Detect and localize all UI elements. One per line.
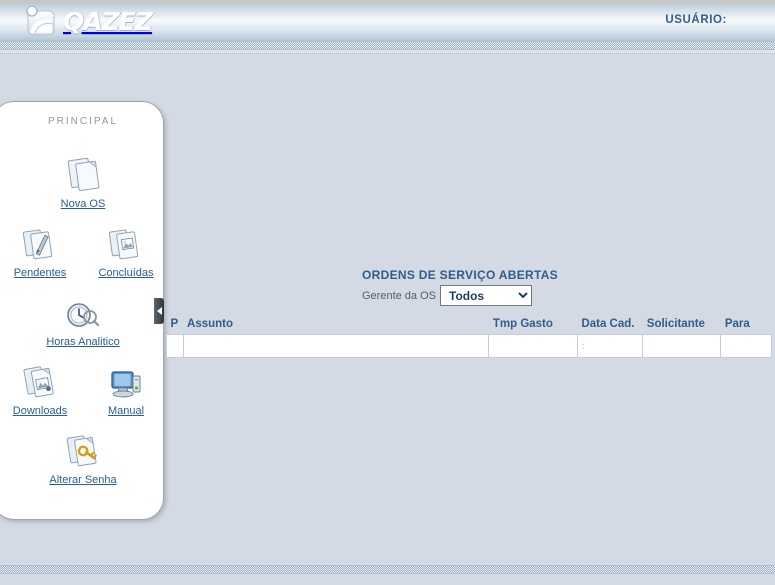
- sidebar-item-label: Nova OS: [60, 198, 106, 210]
- main-content: ORDENS DE SERVIÇO ABERTAS Gerente da OS …: [166, 54, 775, 565]
- cell-assunto: [182, 334, 490, 358]
- sidebar-item-concluidas[interactable]: Concluídas: [88, 216, 164, 279]
- sidebar-item-label: Horas Analitico: [46, 336, 120, 348]
- table-row[interactable]: :: [166, 334, 772, 358]
- sidebar-panel: PRINCIPAL Nova OS Pendentes Concluídas H…: [0, 101, 164, 520]
- broken-image-icon: :: [581, 341, 585, 351]
- sidebar-item-manual[interactable]: Manual: [88, 354, 164, 417]
- footer-divider-band: [0, 565, 775, 574]
- document-image-icon: [20, 358, 60, 402]
- page-header: QAZEZ USUÁRIO:: [0, 0, 775, 41]
- application-window: QAZEZ USUÁRIO: PRINCIPAL Nova OS Pendent…: [0, 0, 775, 585]
- sidebar-item-alterar-senha[interactable]: Alterar Senha: [8, 423, 158, 486]
- user-label: USUÁRIO:: [665, 14, 727, 26]
- sidebar-item-label: Pendentes: [13, 267, 67, 279]
- sidebar-item-label: Manual: [107, 405, 145, 417]
- gerente-da-os-select[interactable]: Todos: [440, 285, 532, 306]
- sidebar-item-pendentes[interactable]: Pendentes: [2, 216, 78, 279]
- sidebar-item-label: Alterar Senha: [49, 474, 117, 486]
- sidebar-row-4: Downloads Manual: [1, 354, 165, 417]
- sidebar-row-1: Nova OS: [1, 147, 165, 210]
- sidebar-item-horas-analitico[interactable]: Horas Analitico: [8, 285, 158, 348]
- header-divider-band: [0, 41, 775, 50]
- clipboard-pen-icon: [20, 220, 60, 264]
- column-header-data-cad[interactable]: Data Cad.: [577, 315, 642, 335]
- column-header-para[interactable]: Para: [721, 315, 772, 335]
- sidebar-row-2: Pendentes Concluídas: [1, 216, 165, 279]
- cell-tmp-gasto: [488, 334, 578, 358]
- cell-p: [166, 334, 184, 358]
- page-title: ORDENS DE SERVIÇO ABERTAS: [362, 268, 558, 282]
- sidebar-item-label: Downloads: [12, 405, 68, 417]
- sidebar-item-downloads[interactable]: Downloads: [2, 354, 78, 417]
- clipboard-check-icon: [106, 220, 146, 264]
- sidebar-row-3: Horas Analitico: [1, 285, 165, 348]
- logo-wordmark: QAZEZ: [63, 6, 153, 36]
- new-document-icon: [63, 151, 103, 195]
- clock-search-icon: [63, 289, 103, 333]
- cell-solicitante: [642, 334, 722, 358]
- sidebar-row-5: Alterar Senha: [1, 423, 165, 486]
- sidebar-collapse-toggle[interactable]: [154, 298, 164, 324]
- table-header-row: P Assunto Tmp Gasto Data Cad. Solicitant…: [167, 315, 772, 335]
- filter-label: Gerente da OS: [362, 289, 436, 302]
- column-header-p[interactable]: P: [167, 315, 184, 335]
- computer-monitor-icon: [106, 358, 146, 402]
- column-header-solicitante[interactable]: Solicitante: [643, 315, 721, 335]
- sidebar-title: PRINCIPAL: [47, 116, 119, 127]
- column-header-tmp-gasto[interactable]: Tmp Gasto: [489, 315, 578, 335]
- sidebar-item-label: Concluídas: [98, 267, 154, 279]
- cell-para: [720, 334, 772, 358]
- orders-table-body: :: [166, 334, 772, 358]
- column-header-assunto[interactable]: Assunto: [183, 315, 489, 335]
- orders-table: P Assunto Tmp Gasto Data Cad. Solicitant…: [166, 315, 772, 358]
- orders-table-head: P Assunto Tmp Gasto Data Cad. Solicitant…: [167, 315, 772, 335]
- collapse-left-arrow-icon: [156, 307, 162, 315]
- sidebar-item-nova-os[interactable]: Nova OS: [8, 147, 158, 210]
- filter-row: Gerente da OS Todos: [362, 285, 532, 306]
- cell-data-cad: :: [576, 334, 644, 358]
- app-logo[interactable]: QAZEZ: [22, 4, 153, 38]
- person-photo-logo-icon: [22, 5, 64, 37]
- document-key-icon: [63, 427, 103, 471]
